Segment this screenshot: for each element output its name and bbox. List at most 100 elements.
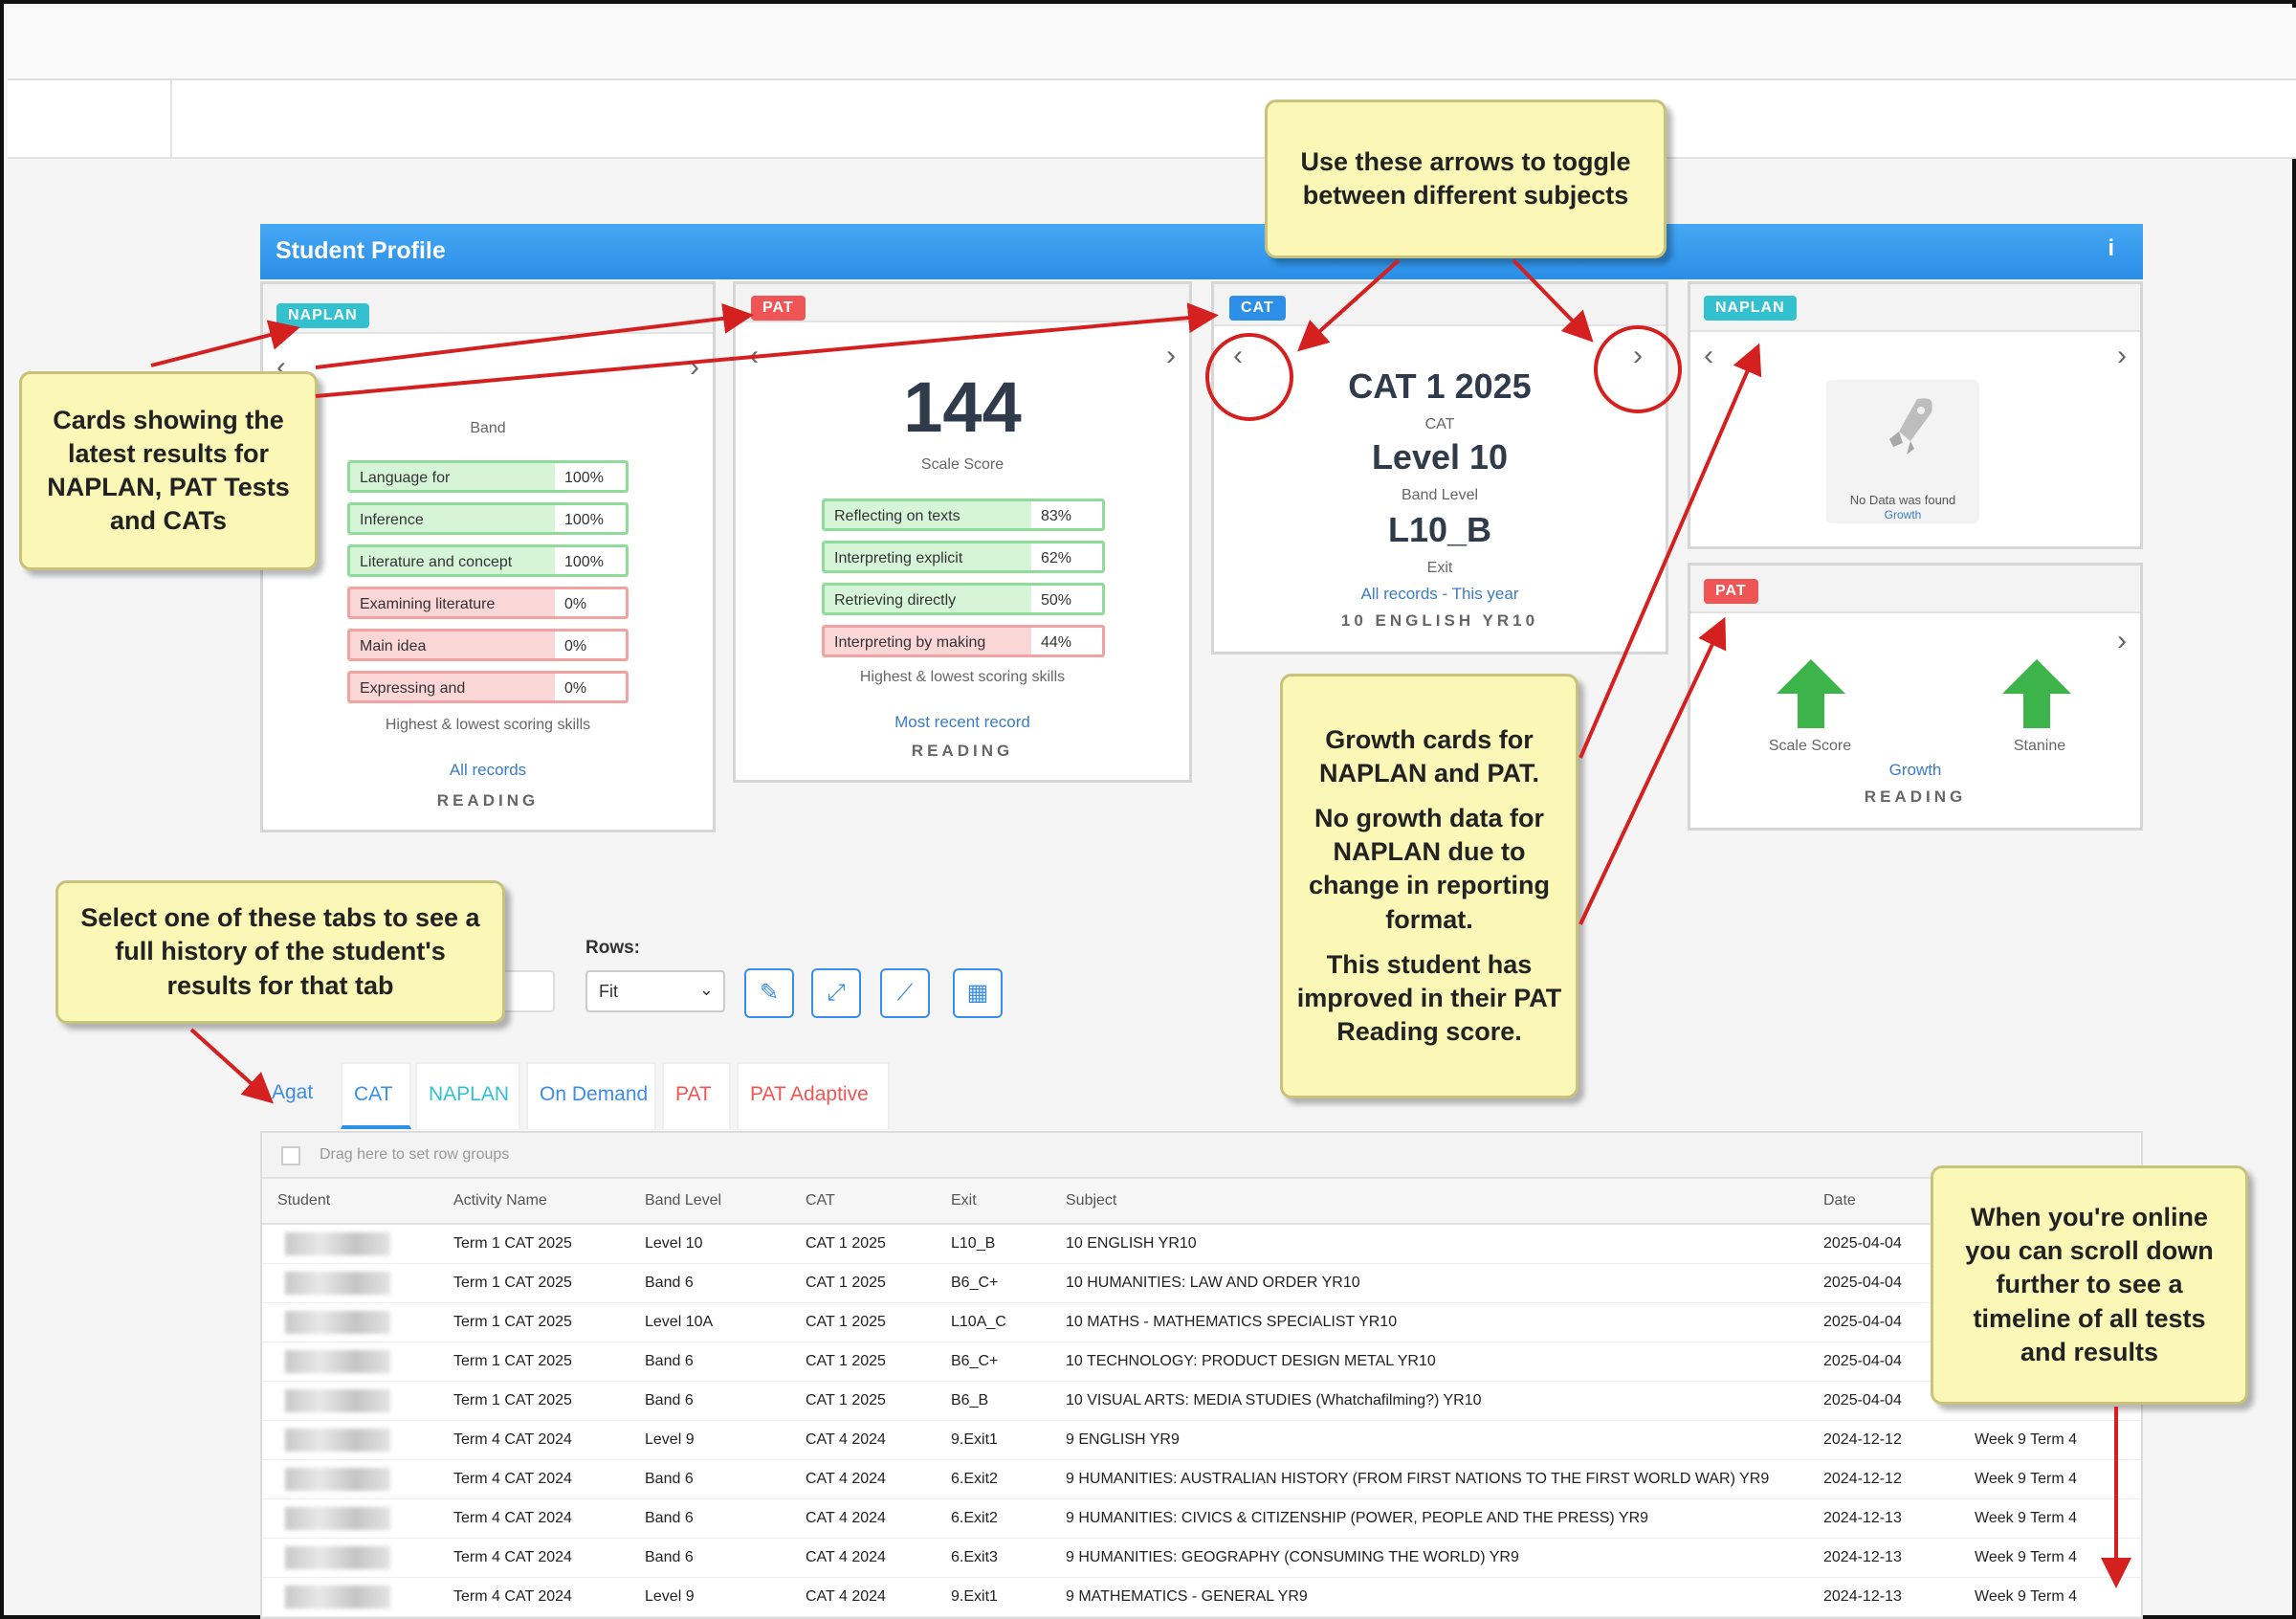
cell-exit: 9.Exit1 xyxy=(951,1588,998,1605)
all-records-link[interactable]: All records xyxy=(263,761,713,780)
growth-link[interactable]: Growth xyxy=(1690,761,2140,780)
band-level-label: Band Level xyxy=(1401,487,1479,503)
row-group-bar[interactable]: Drag here to set row groups xyxy=(262,1133,2141,1179)
student-name-redacted xyxy=(285,1468,390,1491)
cell-band: Level 9 xyxy=(645,1588,695,1605)
cell-date: 2025-04-04 xyxy=(1823,1235,1902,1252)
tab-naplan[interactable]: NAPLAN xyxy=(415,1062,520,1129)
cell-band: Band 6 xyxy=(645,1275,694,1291)
pat-badge: PAT xyxy=(1704,579,1758,604)
cell-date: 2024-12-12 xyxy=(1823,1471,1902,1487)
cell-week: Week 9 Term 4 xyxy=(1975,1549,2078,1565)
chevron-right-icon[interactable]: › xyxy=(690,351,699,384)
naplan-badge: NAPLAN xyxy=(276,303,369,328)
cell-activity: Term 1 CAT 2025 xyxy=(453,1392,572,1408)
column-header[interactable]: Date xyxy=(1823,1192,1856,1209)
pat-card: PAT ‹ › 144 Scale Score Reflecting on te… xyxy=(733,281,1192,783)
column-header[interactable]: Band Level xyxy=(645,1192,721,1209)
tab-cat[interactable]: CAT xyxy=(341,1062,411,1129)
export-icon[interactable]: ▦ xyxy=(953,968,1003,1018)
column-header[interactable]: Student xyxy=(277,1192,330,1209)
cat-title-label: CAT xyxy=(1424,416,1455,432)
group-hint: Drag here to set row groups xyxy=(320,1146,510,1163)
column-header[interactable]: Activity Name xyxy=(453,1192,547,1209)
skill-row: Literature and concept 100% xyxy=(347,544,629,577)
table-row[interactable]: Term 4 CAT 2024 Level 9 CAT 4 2024 9.Exit1 9… xyxy=(262,1421,2141,1460)
skill-row: Inference 100% xyxy=(347,502,629,535)
cell-week: Week 9 Term 4 xyxy=(1975,1510,2078,1526)
cell-cat: CAT 1 2025 xyxy=(806,1235,886,1252)
table-row[interactable]: Term 4 CAT 2024 Band 6 CAT 4 2024 6.Exit3 9 … xyxy=(262,1539,2141,1578)
skill-row: Interpreting by making 44% xyxy=(822,625,1105,657)
no-data-message: No Data was found xyxy=(1849,493,1956,507)
cell-date: 2024-12-13 xyxy=(1823,1510,1902,1526)
table-row[interactable]: Term 1 CAT 2025 Band 6 CAT 1 2025 B6_C+ 10 T… xyxy=(262,1342,2141,1382)
cell-exit: 6.Exit2 xyxy=(951,1471,998,1487)
sub-bar xyxy=(8,80,2296,159)
scale-score-label: Scale Score xyxy=(1768,738,1852,754)
skills-caption: Highest & lowest scoring skills xyxy=(859,669,1066,685)
student-profile-header: Student Profile i xyxy=(260,224,2143,279)
student-name-redacted xyxy=(285,1546,390,1569)
table-row[interactable]: Term 4 CAT 2024 Level 9 CAT 4 2024 9.Exit1 9… xyxy=(262,1578,2141,1617)
subject-label: READING xyxy=(436,791,540,810)
pencil-icon[interactable]: ✎ xyxy=(744,968,794,1018)
cell-activity: Term 1 CAT 2025 xyxy=(453,1353,572,1369)
skill-row: Expressing and 0% xyxy=(347,671,629,703)
naplan-badge: NAPLAN xyxy=(1704,296,1797,321)
cell-exit: B6_C+ xyxy=(951,1275,999,1291)
chevron-right-icon[interactable]: › xyxy=(2117,625,2127,657)
cell-week: Week 9 Term 4 xyxy=(1975,1471,2078,1487)
most-recent-record-link[interactable]: Most recent record xyxy=(736,713,1189,732)
cell-activity: Term 1 CAT 2025 xyxy=(453,1314,572,1330)
band-label: Band xyxy=(470,420,506,436)
cell-subject: 9 HUMANITIES: GEOGRAPHY (CONSUMING THE W… xyxy=(1066,1549,1519,1565)
cell-activity: Term 1 CAT 2025 xyxy=(453,1275,572,1291)
sub-bar-segment[interactable] xyxy=(8,80,172,157)
cell-date: 2024-12-13 xyxy=(1823,1588,1902,1605)
table-row[interactable]: Term 1 CAT 2025 Band 6 CAT 1 2025 B6_C+ 10 H… xyxy=(262,1264,2141,1303)
expand-icon[interactable]: ⤢ xyxy=(811,968,861,1018)
table-row[interactable]: Term 1 CAT 2025 Band 6 CAT 1 2025 B6_B 10 VI… xyxy=(262,1382,2141,1421)
exit-label: Exit xyxy=(1426,560,1453,576)
info-icon[interactable]: i xyxy=(2108,235,2114,262)
scale-score-value: 144 xyxy=(903,367,1022,447)
student-name-redacted xyxy=(285,1507,390,1530)
cat-exit: L10_B xyxy=(1387,510,1492,549)
cell-band: Level 9 xyxy=(645,1431,695,1448)
cat-title: CAT 1 2025 xyxy=(1348,366,1532,406)
column-header[interactable]: Exit xyxy=(951,1192,977,1209)
tab-pat-adaptive[interactable]: PAT Adaptive xyxy=(737,1062,890,1129)
naplan-card: NAPLAN ‹ › Band Language for 100% Inferen… xyxy=(260,281,716,832)
cell-activity: Term 4 CAT 2024 xyxy=(453,1588,572,1605)
cell-band: Band 6 xyxy=(645,1392,694,1408)
select-all-checkbox[interactable] xyxy=(281,1146,300,1165)
table-row[interactable]: Term 1 CAT 2025 Level 10 CAT 1 2025 L10_B 10… xyxy=(262,1225,2141,1264)
cell-date: 2025-04-04 xyxy=(1823,1275,1902,1291)
tab-on-demand[interactable]: On Demand xyxy=(526,1062,656,1129)
header-title: Student Profile xyxy=(276,237,446,264)
column-header[interactable]: CAT xyxy=(806,1192,835,1209)
skill-row: Examining literature 0% xyxy=(347,587,629,619)
grid-header: Student Activity Name Band Level CAT Exi… xyxy=(262,1179,2141,1225)
tab-pat[interactable]: PAT xyxy=(662,1062,731,1129)
column-header[interactable]: Subject xyxy=(1066,1192,1116,1209)
cell-band: Band 6 xyxy=(645,1353,694,1369)
rows-select[interactable]: Fit ⌄ xyxy=(585,970,725,1012)
skill-row: Language for 100% xyxy=(347,460,629,493)
chevron-right-icon[interactable]: › xyxy=(2117,340,2127,372)
arrow-up-icon xyxy=(1777,659,1845,728)
all-records-this-year-link[interactable]: All records - This year xyxy=(1214,585,1666,604)
table-row[interactable]: Term 1 CAT 2025 Level 10A CAT 1 2025 L10A_C… xyxy=(262,1303,2141,1342)
cat-badge: CAT xyxy=(1229,296,1286,321)
skill-row: Reflecting on texts 83% xyxy=(822,499,1105,531)
cell-subject: 10 MATHS - MATHEMATICS SPECIALIST YR10 xyxy=(1066,1314,1398,1330)
chart-icon[interactable]: ⟋ xyxy=(880,968,930,1018)
table-row[interactable]: Term 4 CAT 2024 Band 6 CAT 4 2024 6.Exit2 9 … xyxy=(262,1499,2141,1539)
tab-agat[interactable]: Agat xyxy=(260,1062,333,1129)
stanine-label: Stanine xyxy=(2013,738,2066,754)
cell-subject: 9 HUMANITIES: CIVICS & CITIZENSHIP (POWE… xyxy=(1066,1510,1649,1526)
chevron-left-icon[interactable]: ‹ xyxy=(1704,340,1713,372)
search-input[interactable] xyxy=(497,970,555,1012)
table-row[interactable]: Term 4 CAT 2024 Band 6 CAT 4 2024 6.Exit2 9 … xyxy=(262,1460,2141,1499)
